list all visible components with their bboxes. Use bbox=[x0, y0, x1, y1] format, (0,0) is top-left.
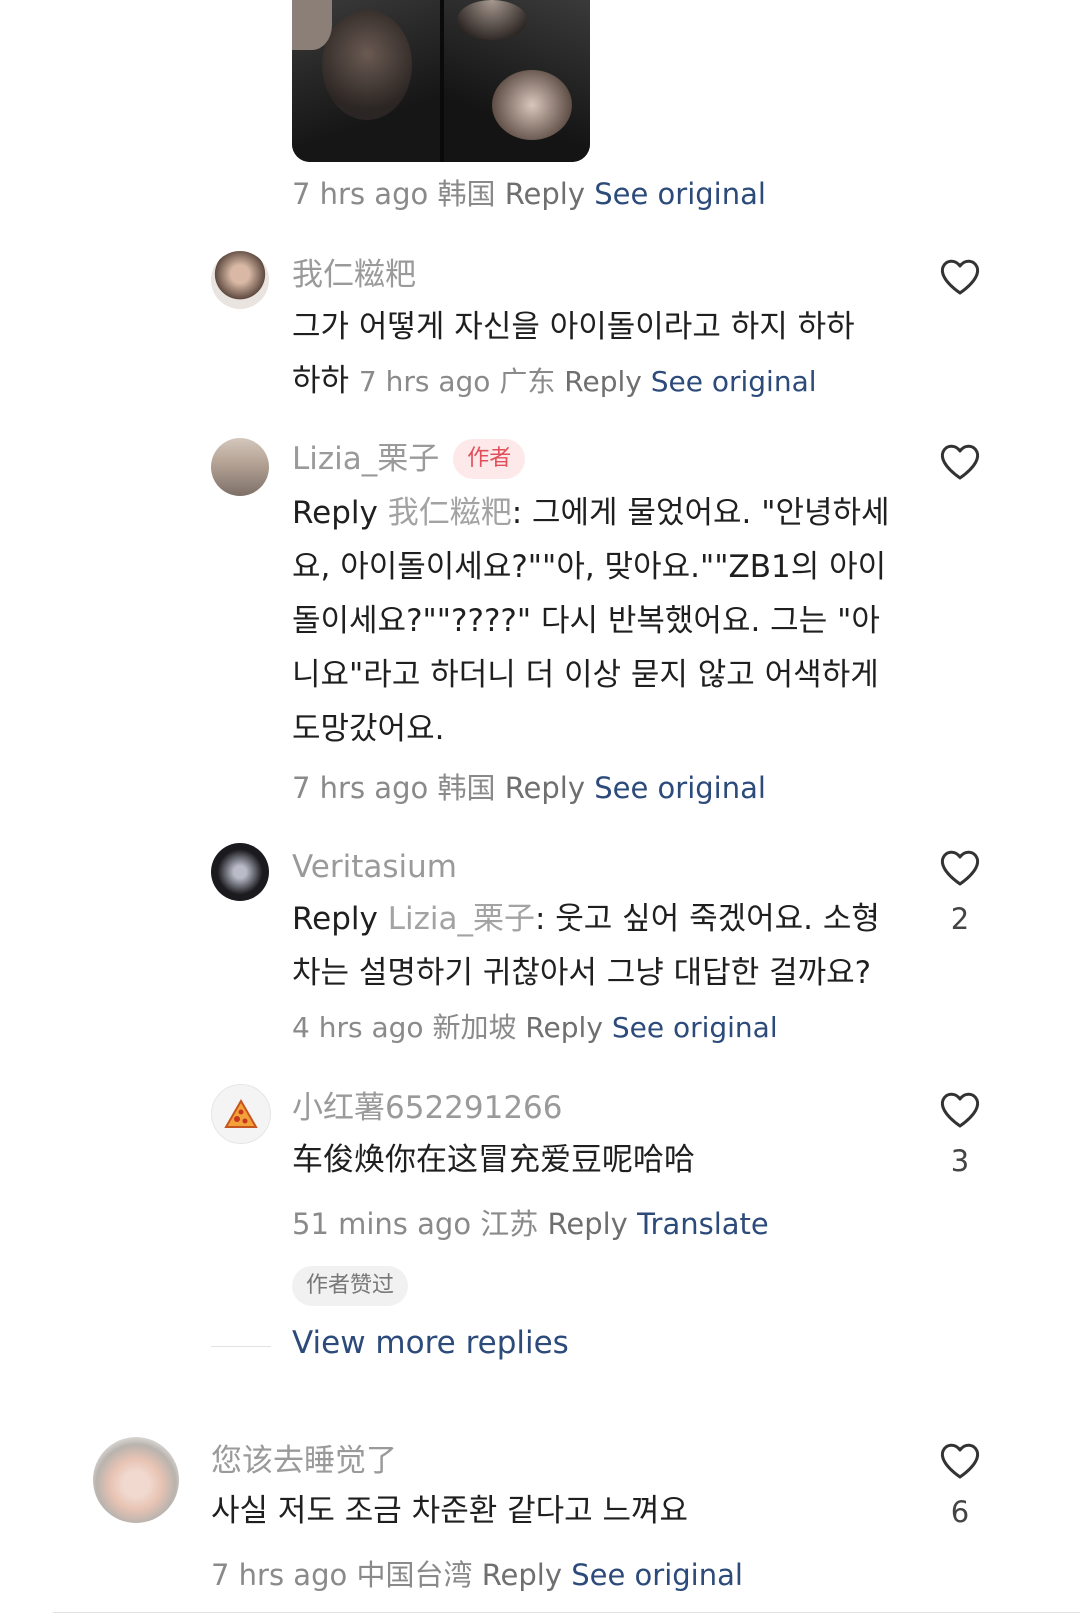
comment-meta: 7 hrs ago 韩国 Reply See original bbox=[292, 174, 766, 214]
comment-image[interactable] bbox=[292, 0, 590, 162]
reply-button[interactable]: Reply bbox=[564, 365, 642, 398]
reply-text: 그가 어떻게 자신을 아이돌이라고 하지 하하 하하 7 hrs ago 广东 … bbox=[292, 309, 855, 399]
comment-time: 4 hrs ago bbox=[292, 1011, 424, 1044]
see-original-button[interactable]: See original bbox=[594, 177, 766, 211]
comment-location: 韩国 bbox=[437, 177, 496, 211]
heart-icon[interactable] bbox=[939, 1442, 981, 1480]
reply-button[interactable]: Reply bbox=[482, 1558, 562, 1592]
avatar[interactable] bbox=[211, 843, 269, 901]
divider bbox=[211, 1346, 271, 1347]
view-more-replies-button[interactable]: View more replies bbox=[292, 1325, 569, 1361]
comment-author-name[interactable]: 您该去睡觉了 bbox=[211, 1440, 397, 1482]
avatar[interactable] bbox=[211, 438, 269, 496]
reply-author-name[interactable]: 我仁糍粑 bbox=[292, 254, 416, 296]
reply-button[interactable]: Reply bbox=[505, 771, 585, 805]
comment-location: 新加坡 bbox=[432, 1011, 517, 1044]
comment-meta: 7 hrs ago 韩国 Reply See original bbox=[292, 768, 766, 808]
like-count: 6 bbox=[950, 1495, 970, 1529]
avatar[interactable] bbox=[211, 1084, 271, 1144]
see-original-button[interactable]: See original bbox=[571, 1558, 743, 1592]
reply-button[interactable]: Reply bbox=[525, 1011, 603, 1044]
pizza-icon bbox=[224, 1099, 258, 1128]
heart-icon[interactable] bbox=[939, 443, 981, 481]
comment-meta: 51 mins ago 江苏 Reply Translate bbox=[292, 1204, 769, 1244]
reply-author-name[interactable]: Lizia_栗子 bbox=[292, 438, 439, 480]
reply-to-name[interactable]: Lizia_栗子 bbox=[388, 901, 535, 937]
avatar[interactable] bbox=[93, 1437, 179, 1523]
comment-time: 7 hrs ago bbox=[358, 365, 491, 398]
reply-author-name[interactable]: 小红薯652291266 bbox=[292, 1087, 563, 1129]
author-badge: 作者 bbox=[453, 439, 526, 479]
comment-time: 7 hrs ago bbox=[211, 1558, 348, 1592]
divider bbox=[53, 1612, 1080, 1613]
reply-text: Reply 我仁糍粑: 그에게 물었어요. "안녕하세요, 아이돌이세요?""아… bbox=[292, 495, 890, 747]
heart-icon[interactable] bbox=[939, 1091, 981, 1129]
comment-location: 江苏 bbox=[480, 1207, 539, 1241]
comment-meta: 7 hrs ago 中国台湾 Reply See original bbox=[211, 1555, 743, 1595]
like-count: 2 bbox=[950, 902, 970, 936]
heart-icon[interactable] bbox=[939, 849, 981, 887]
avatar[interactable] bbox=[211, 251, 269, 309]
reply-button[interactable]: Reply bbox=[548, 1207, 628, 1241]
comment-time: 7 hrs ago bbox=[292, 771, 429, 805]
reply-text: Reply Lizia_栗子: 웃고 싶어 죽겠어요. 소형차는 설명하기 귀찮… bbox=[292, 901, 880, 1044]
reply-to-name[interactable]: 我仁糍粑 bbox=[388, 495, 512, 531]
reply-button[interactable]: Reply bbox=[505, 177, 585, 211]
comment-location: 广东 bbox=[499, 365, 556, 398]
author-liked-badge: 作者赞过 bbox=[292, 1266, 409, 1306]
heart-icon[interactable] bbox=[939, 258, 981, 296]
see-original-button[interactable]: See original bbox=[612, 1011, 778, 1044]
see-original-button[interactable]: See original bbox=[594, 771, 766, 805]
comment-location: 韩国 bbox=[437, 771, 496, 805]
reply-prefix: Reply bbox=[292, 901, 378, 937]
reply-header: Lizia_栗子 作者 bbox=[292, 438, 526, 480]
comment-time: 7 hrs ago bbox=[292, 177, 429, 211]
reply-author-name[interactable]: Veritasium bbox=[292, 846, 457, 888]
translate-button[interactable]: Translate bbox=[637, 1207, 769, 1241]
reply-prefix: Reply bbox=[292, 495, 378, 531]
comment-location: 中国台湾 bbox=[356, 1558, 473, 1592]
reply-text: 车俊焕你在这冒充爱豆呢哈哈 bbox=[292, 1142, 695, 1178]
see-original-button[interactable]: See original bbox=[651, 365, 817, 398]
comment-text: 사실 저도 조금 차준환 같다고 느껴요 bbox=[211, 1493, 689, 1529]
like-count: 3 bbox=[950, 1144, 970, 1178]
comment-time: 51 mins ago bbox=[292, 1207, 472, 1241]
